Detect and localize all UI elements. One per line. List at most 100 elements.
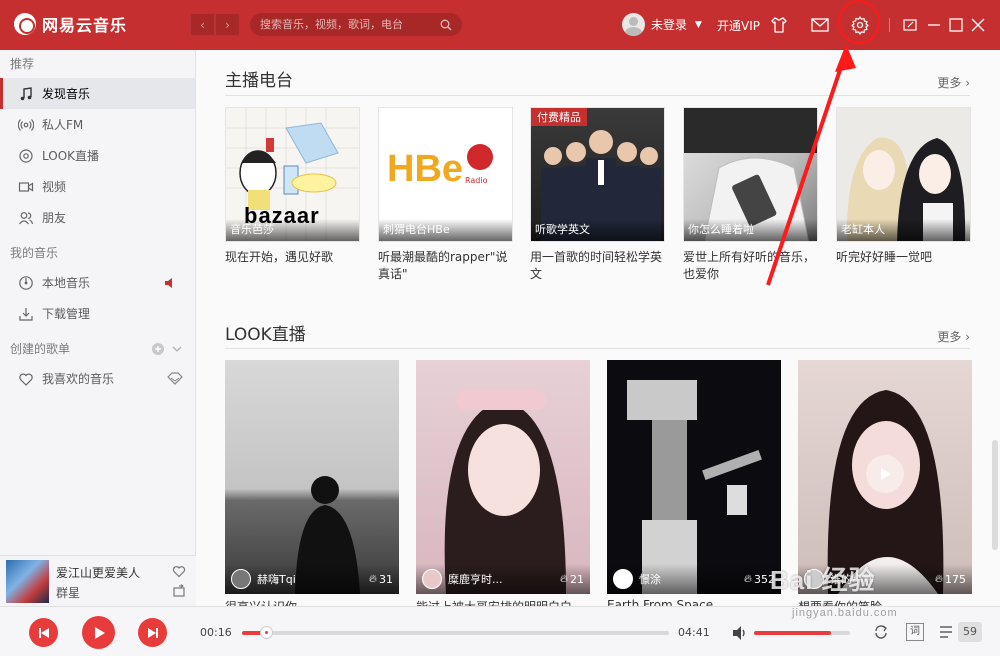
mini-mode-icon[interactable] [900, 15, 920, 35]
radio-description[interactable]: 听完好好睡一觉吧 [836, 249, 971, 266]
mail-icon[interactable] [810, 15, 830, 35]
radio-description[interactable]: 用一首歌的时间轻松学英文 [530, 249, 665, 283]
viewer-count: 🔥︎ 31 [369, 572, 393, 586]
vip-link[interactable]: 开通VIP [717, 17, 760, 34]
volume-icon[interactable] [731, 624, 749, 642]
lyric-button[interactable]: 词 [906, 623, 924, 641]
next-icon [147, 627, 158, 638]
live-cover[interactable]: 谁的小静 🔥︎ 175 [798, 360, 972, 594]
search-icon[interactable] [440, 19, 452, 31]
host-name: 憬涂 [639, 573, 661, 586]
sidebar-item-fm[interactable]: 私人FM [0, 109, 195, 140]
loop-mode-icon[interactable] [872, 623, 890, 641]
viewers-fire-icon: 🔥︎ [934, 572, 943, 585]
sidebar-item-friends[interactable]: 朋友 [0, 202, 195, 233]
progress-handle[interactable] [260, 626, 274, 639]
radio-card[interactable]: 老缸本人 听完好好睡一觉吧 [836, 107, 971, 266]
live-cover[interactable]: 赫嗨Tqi 🔥︎ 31 [225, 360, 399, 594]
caret-down-icon[interactable]: ▼ [695, 20, 702, 30]
viewer-count-value: 31 [379, 572, 393, 586]
sidebar-item-discover[interactable]: 发现音乐 [0, 78, 195, 109]
playlist-count[interactable]: 59 [958, 622, 982, 642]
song-artist[interactable]: 群星 [56, 584, 80, 601]
radio-cover[interactable]: 老缸本人 [836, 107, 971, 242]
radio-description[interactable]: 听最潮最酷的rapper"说真话" [378, 249, 513, 283]
viewers-fire-icon: 🔥︎ [743, 572, 752, 585]
play-icon [94, 626, 105, 639]
live-cover[interactable]: 憬涂 🔥︎ 352 [607, 360, 781, 594]
live-description[interactable]: 能过上被大哥安排的明明白白 [416, 598, 590, 606]
sidebar-item-downloads[interactable]: 下载管理 [0, 298, 195, 329]
volume-slider[interactable] [754, 631, 850, 635]
radio-card[interactable]: bazaar 音乐芭莎 现在开始，遇见好歌 [225, 107, 360, 266]
live-card[interactable]: 憬涂 🔥︎ 352 Earth From Space [607, 360, 781, 606]
playlist-icon[interactable] [938, 623, 956, 641]
sidebar-item-local-music[interactable]: 本地音乐 [0, 267, 195, 298]
live-cover-art [444, 390, 566, 594]
live-cover-art [627, 380, 762, 594]
chevron-right-icon: › [961, 330, 970, 344]
radio-cover[interactable]: 你怎么睡着啦 [683, 107, 818, 242]
play-icon [881, 468, 891, 480]
now-playing-panel[interactable]: 爱江山更爱美人 群星 [0, 555, 196, 606]
play-overlay-button[interactable] [866, 455, 904, 493]
like-heart-icon[interactable] [172, 564, 186, 578]
sidebar-item-liked-music[interactable]: 我喜欢的音乐 [0, 363, 195, 394]
song-title[interactable]: 爱江山更爱美人 [56, 564, 140, 581]
sidebar-item-look-live[interactable]: LOOK直播 [0, 140, 195, 171]
viewer-count-value: 21 [570, 572, 584, 586]
add-playlist-icon[interactable] [151, 342, 165, 356]
play-button[interactable] [82, 616, 115, 649]
live-description[interactable]: Earth From Space [607, 598, 781, 606]
radio-more-link[interactable]: 更多 › [937, 74, 970, 91]
share-icon[interactable] [172, 584, 186, 598]
search-input[interactable] [260, 18, 440, 31]
music-note-icon [20, 86, 32, 100]
live-card[interactable]: 赫嗨Tqi 🔥︎31 很高兴认识你 [225, 360, 399, 606]
radio-caption: 你怎么睡着啦 [684, 219, 817, 241]
user-avatar[interactable] [622, 13, 645, 36]
close-icon[interactable] [968, 15, 988, 35]
sidebar-item-video[interactable]: 视频 [0, 171, 195, 202]
forward-button[interactable]: › [215, 13, 240, 36]
more-label: 更多 [937, 76, 962, 90]
heart-mode-icon[interactable] [165, 372, 185, 386]
maximize-icon[interactable] [946, 15, 966, 35]
radio-card[interactable]: 付费精品 听歌学英文 用一首歌的时间轻松学英文 [530, 107, 665, 283]
app-logo[interactable]: 网易云音乐 [14, 12, 127, 36]
hbe-logo-text: HBe [387, 148, 464, 190]
sidebar-section-title: 我的音乐 [10, 246, 59, 260]
live-description[interactable]: 想要看你的笑脸 [798, 598, 972, 606]
radio-description[interactable]: 爱世上所有好听的音乐，也爱你 [683, 249, 818, 283]
next-button[interactable] [138, 618, 167, 647]
live-card[interactable]: 糜鹿亨时... 🔥︎21 能过上被大哥安排的明明白白 [416, 360, 590, 606]
sidebar-section-title: 创建的歌单 [10, 342, 71, 356]
look-more-link[interactable]: 更多 › [937, 328, 970, 345]
netease-logo-icon [14, 13, 36, 35]
radio-description[interactable]: 现在开始，遇见好歌 [225, 249, 360, 266]
current-time: 00:16 [200, 626, 232, 639]
live-description[interactable]: 很高兴认识你 [225, 598, 399, 606]
radio-card[interactable]: 你怎么睡着啦 爱世上所有好听的音乐，也爱你 [683, 107, 818, 283]
viewers-fire-icon: 🔥︎ [559, 572, 568, 585]
live-cover-art [295, 476, 360, 594]
radio-cover[interactable]: HBe Radio 刺猬电台HBe [378, 107, 513, 242]
radio-cover[interactable]: 付费精品 听歌学英文 [530, 107, 665, 242]
minimize-icon[interactable] [924, 15, 944, 35]
sidebar-playlists-header: 创建的歌单 [0, 335, 195, 363]
main-scrollbar[interactable] [992, 440, 998, 550]
album-cover[interactable] [6, 560, 49, 603]
live-cover[interactable]: 糜鹿亨时... 🔥︎ 21 [416, 360, 590, 594]
user-menu[interactable]: 未登录 ▼ [622, 13, 702, 36]
volume-fill [754, 631, 831, 635]
radio-cover[interactable]: bazaar 音乐芭莎 [225, 107, 360, 242]
previous-button[interactable] [29, 618, 58, 647]
skin-icon[interactable] [769, 15, 789, 35]
back-button[interactable]: ‹ [190, 13, 215, 36]
chevron-down-icon[interactable] [171, 343, 183, 355]
radio-caption: 听歌学英文 [531, 219, 664, 241]
sidebar-section-title: 推荐 [10, 57, 35, 71]
user-name[interactable]: 未登录 [651, 16, 687, 33]
radio-card[interactable]: HBe Radio 刺猬电台HBe 听最潮最酷的rapper"说真话" [378, 107, 513, 283]
progress-bar[interactable] [242, 626, 669, 639]
